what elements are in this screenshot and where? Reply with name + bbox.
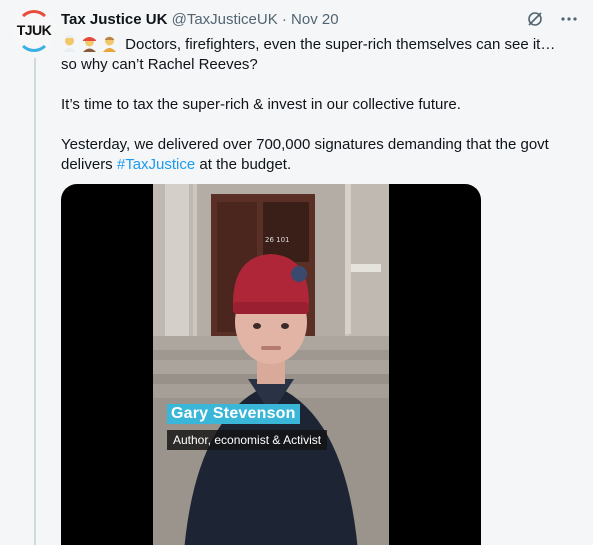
grok-icon[interactable]	[525, 9, 545, 29]
door-number: 26 101	[265, 236, 290, 244]
health-worker-emoji	[61, 35, 78, 52]
video-scene: 26 101	[153, 184, 389, 545]
hashtag-link[interactable]: #TaxJustice	[117, 156, 195, 173]
tweet-line-1: Doctors, firefighters, even the super-ri…	[61, 35, 581, 55]
paragraph-3-end: at the budget.	[195, 156, 292, 173]
thread-line	[34, 58, 36, 545]
tweet-paragraph-3: Yesterday, we delivered over 700,000 sig…	[61, 135, 581, 175]
tweet-header: Tax Justice UK @TaxJusticeUK · Nov 20	[61, 10, 339, 30]
author-name[interactable]: Tax Justice UK	[61, 11, 167, 28]
video-frame[interactable]: 26 101 Gary Stevenson Author, economist …	[153, 184, 389, 545]
author-handle[interactable]: @TaxJusticeUK	[172, 11, 278, 28]
header-actions	[525, 9, 579, 29]
tweet-line-1-text: Doctors, firefighters, even the super-ri…	[125, 36, 556, 53]
video-media[interactable]: 26 101 Gary Stevenson Author, economist …	[61, 184, 481, 545]
caption-name: Gary Stevenson	[167, 404, 300, 424]
tweet-paragraph-2: It’s time to tax the super-rich & invest…	[61, 96, 461, 113]
more-options-icon[interactable]	[559, 9, 579, 29]
header-separator: ·	[281, 11, 287, 28]
avatar[interactable]: TJUK	[11, 8, 57, 54]
avatar-logo-text: TJUK	[16, 22, 52, 38]
person-emoji	[101, 35, 118, 52]
tweet-text: Doctors, firefighters, even the super-ri…	[61, 35, 581, 175]
tweet-date[interactable]: Nov 20	[291, 11, 339, 28]
caption-role: Author, economist & Activist	[167, 430, 328, 450]
firefighter-emoji	[81, 35, 98, 52]
tweet-line-2: so why can’t Rachel Reeves?	[61, 56, 258, 73]
tweet-container: TJUK Tax Justice UK @TaxJusticeUK · Nov …	[0, 0, 593, 545]
